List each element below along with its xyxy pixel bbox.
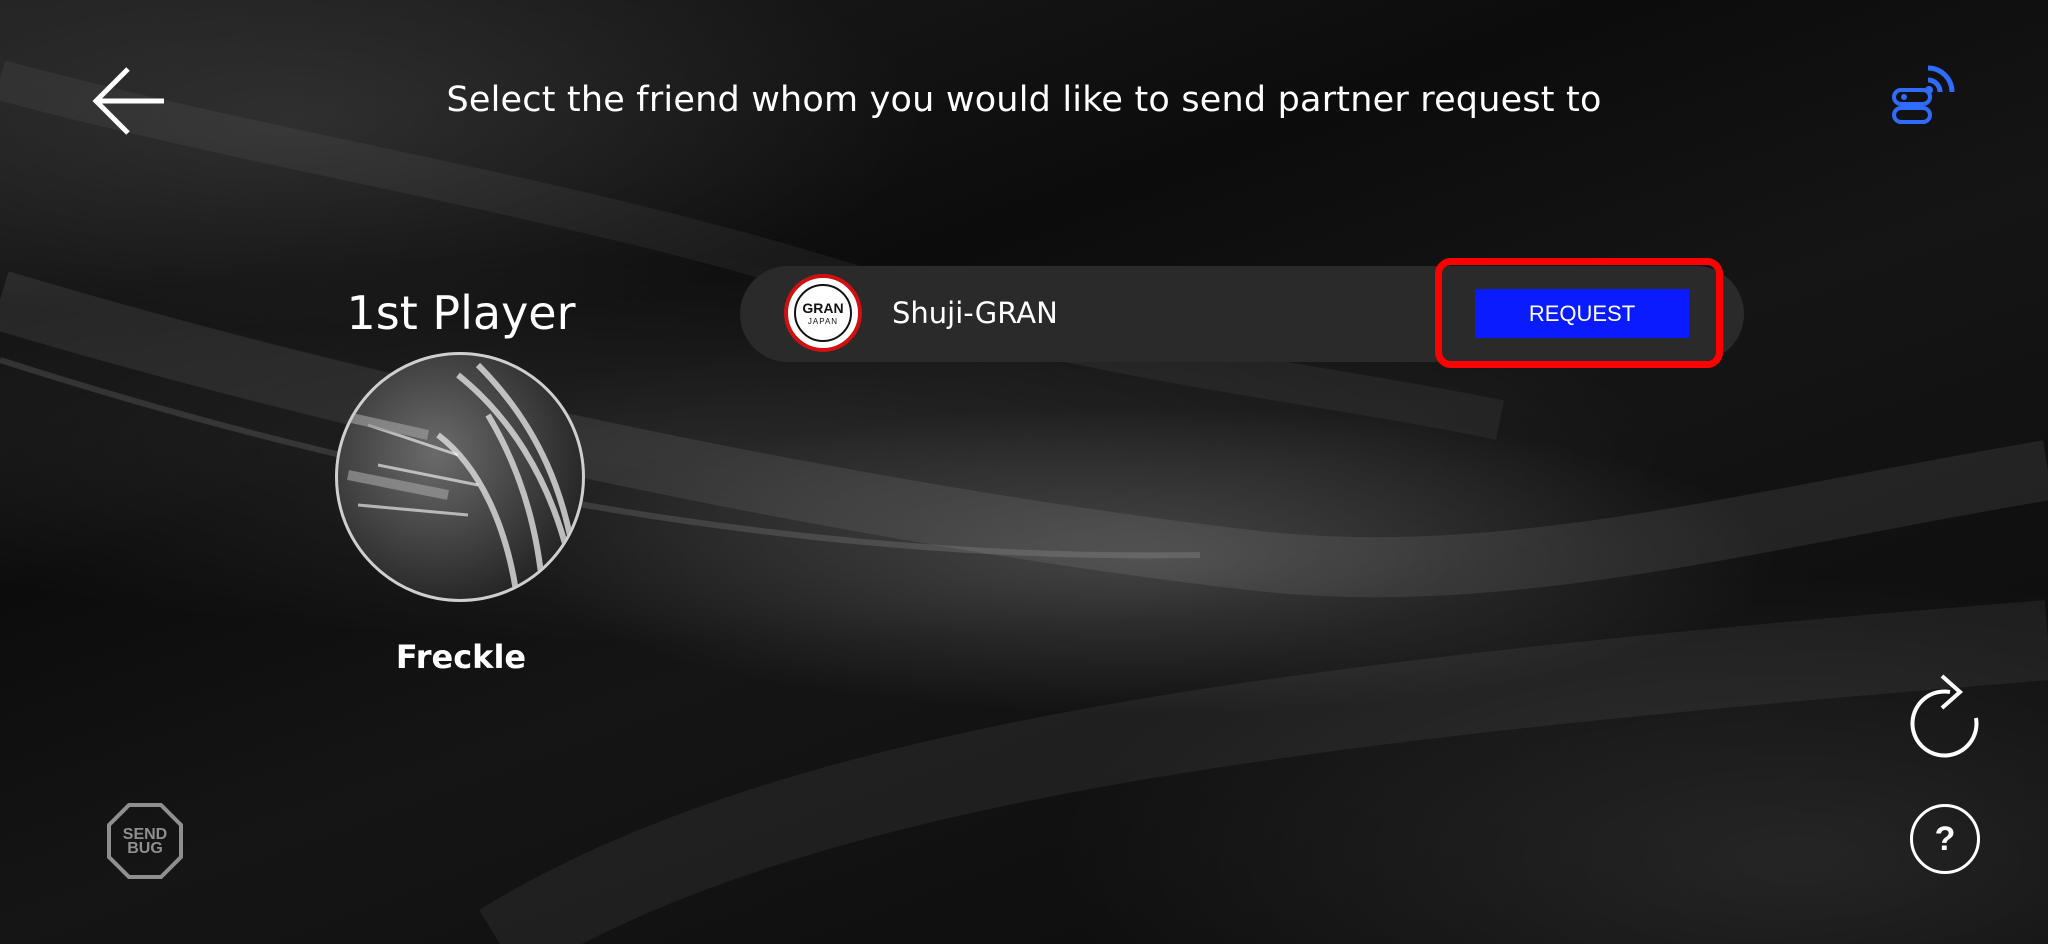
send-bug-label: SEND BUG [106,827,184,857]
send-bug-label-line2: BUG [127,840,163,857]
player-slot-label: 1st Player [346,286,576,340]
friend-avatar-logo-text: GRAN [802,300,844,316]
connection-status-icon[interactable] [1888,56,1962,126]
friend-avatar-logo-subtext: JAPAN [807,317,839,326]
refresh-icon[interactable] [1906,672,1984,760]
friend-avatar: GRAN JAPAN [784,274,862,352]
background-streaks [0,60,2048,944]
dartboard-image [338,362,581,599]
player-avatar[interactable] [335,352,585,602]
friend-name: Shuji-GRAN [892,296,1058,330]
player-name: Freckle [395,638,527,676]
help-button[interactable]: ? [1910,804,1980,874]
send-bug-button[interactable]: SEND BUG [106,802,184,880]
request-button[interactable]: REQUEST [1475,289,1689,338]
page-title: Select the friend whom you would like to… [446,80,1602,120]
